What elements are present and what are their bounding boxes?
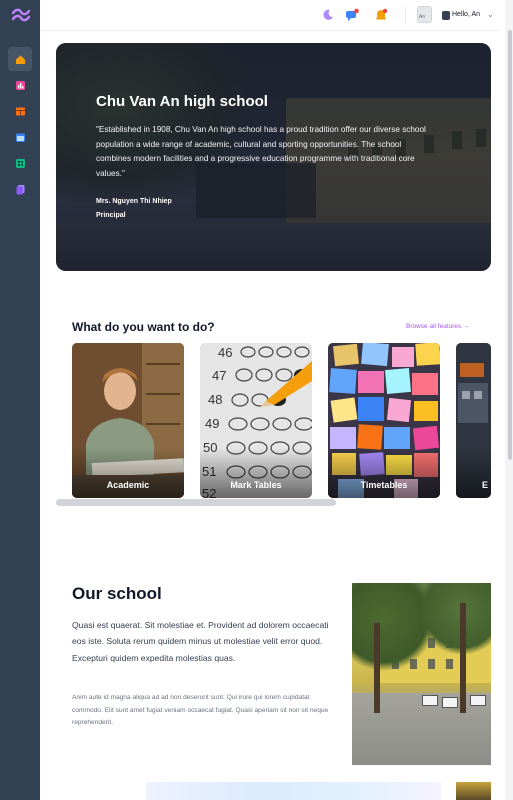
display-board-shape (422, 695, 438, 706)
hero-title: Chu Van An high school (96, 93, 268, 110)
feature-card-timetables[interactable]: Timetables (328, 343, 440, 498)
svg-text:46: 46 (218, 345, 232, 360)
feature-card-label: Timetables (360, 480, 408, 490)
greeting-text[interactable]: Hello, An (452, 11, 480, 18)
sidebar-item-home[interactable] (8, 47, 32, 71)
user-icon (442, 11, 450, 20)
feature-card-label: Mark Tables (230, 480, 282, 490)
page-scrollbar-thumb[interactable] (508, 30, 512, 460)
document-icon (16, 184, 24, 194)
sidebar-item-documents[interactable] (8, 177, 32, 201)
tree-trunk-shape (460, 603, 466, 713)
sidebar-item-grid[interactable] (8, 151, 32, 175)
gallery-image-partial (146, 782, 441, 800)
features-scrollbar[interactable] (56, 499, 336, 506)
chart-icon (15, 80, 25, 90)
grid-icon (15, 158, 25, 168)
chevron-down-icon[interactable]: ⌄ (487, 10, 494, 19)
calendar-icon (15, 133, 25, 142)
school-tree-shape (352, 583, 432, 673)
avatar-alt-text: An (419, 14, 426, 20)
sidebar-item-tables[interactable] (8, 99, 32, 123)
table-icon (15, 107, 25, 115)
chat-icon[interactable] (345, 8, 359, 22)
hero-author: Mrs. Nguyen Thi Nhiep (96, 198, 172, 205)
feature-card-academic[interactable]: Academic (72, 343, 184, 498)
sidebar-item-calendar[interactable] (8, 125, 32, 149)
card-shade (200, 448, 312, 498)
our-school-heading: Our school (72, 584, 162, 603)
feature-card-label: Academic (106, 480, 150, 490)
our-school-intro: Quasi est quaerat. Sit molestiae et. Pro… (72, 620, 329, 663)
tree-trunk-shape (374, 623, 380, 713)
display-board-shape (470, 695, 486, 706)
gallery-image-partial (456, 782, 491, 800)
feature-card-partial[interactable]: E (456, 343, 491, 498)
svg-text:49: 49 (205, 416, 219, 431)
brand-logo-icon[interactable] (11, 8, 31, 22)
card-shade (456, 448, 491, 498)
moon-icon[interactable] (321, 8, 335, 22)
display-board-shape (442, 697, 458, 708)
home-icon (15, 55, 25, 64)
hero-banner: Chu Van An high school "Established in 1… (56, 43, 491, 271)
our-school-body: Anim aute id magna aliqua ad ad non dese… (72, 694, 329, 727)
features-heading: What do you want to do? (72, 320, 215, 334)
school-window (446, 659, 453, 669)
avatar[interactable]: An (417, 6, 432, 23)
school-tree-shape (422, 583, 491, 658)
topbar-divider (405, 7, 406, 23)
hero-quote: "Established in 1908, Chu Van An high sc… (96, 125, 426, 178)
hero-author-role: Principal (96, 212, 126, 219)
card-shade (328, 448, 440, 498)
browse-all-features-link[interactable]: Browse all features → (406, 323, 470, 330)
svg-text:47: 47 (212, 368, 226, 383)
sidebar (0, 0, 40, 800)
bell-icon[interactable] (374, 8, 388, 22)
feature-card-label: E (481, 480, 488, 490)
feature-card-mark-tables[interactable]: 464748 49505152 Mark Tables (200, 343, 312, 498)
top-bar: An Hello, An ⌄ (40, 0, 500, 31)
sidebar-item-charts[interactable] (8, 73, 32, 97)
svg-text:48: 48 (208, 392, 222, 407)
card-shade (72, 448, 184, 498)
school-photo (352, 583, 491, 765)
